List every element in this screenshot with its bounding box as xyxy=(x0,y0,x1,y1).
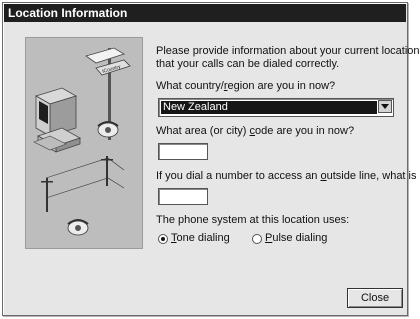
tone-dialing-radio[interactable] xyxy=(158,234,168,244)
pulse-rest: ulse dialing xyxy=(272,232,328,244)
location-information-dialog: Location Information ICountry Please pro… xyxy=(2,2,420,316)
pulse-dialing-label[interactable]: Pulse dialing xyxy=(265,232,327,245)
area-code-field[interactable] xyxy=(158,143,208,160)
outside-line-label: If you dial a number to access an outsid… xyxy=(156,170,420,183)
tone-rest: one dialing xyxy=(176,232,230,244)
outside-line-field[interactable] xyxy=(158,188,208,205)
country-label-post: egion are you in now? xyxy=(227,80,336,92)
country-label: What country/region are you in now? xyxy=(156,80,335,93)
pulse-dialing-radio[interactable] xyxy=(252,234,262,244)
outside-label-pre: If you dial a number to access an xyxy=(156,170,321,182)
tone-dialing-label[interactable]: Tone dialing xyxy=(171,232,230,245)
intro-text-line1: Please provide information about your cu… xyxy=(156,45,420,57)
country-select-value: New Zealand xyxy=(161,101,377,114)
title-bar: Location Information xyxy=(4,4,406,22)
dropdown-button[interactable] xyxy=(378,100,392,113)
phone-system-label: The phone system at this location uses: xyxy=(156,214,350,226)
telephone-pole-icon xyxy=(41,156,113,212)
computer-icon xyxy=(33,87,81,153)
area-label-pre: What area (or city) xyxy=(156,125,250,137)
close-button[interactable]: Close xyxy=(347,288,403,308)
telephone-icon xyxy=(97,121,119,138)
window-title: Location Information xyxy=(8,6,128,20)
area-code-label: What area (or city) code are you in now? xyxy=(156,125,354,138)
location-illustration: ICountry xyxy=(25,37,143,249)
illustration-drawing: ICountry xyxy=(33,47,131,236)
telephone-icon xyxy=(67,219,89,236)
intro-text-line2: that your calls can be dialed correctly. xyxy=(156,58,340,70)
country-select[interactable]: New Zealand xyxy=(158,98,394,117)
area-label-post: ode are you in now? xyxy=(255,125,355,137)
chevron-down-icon xyxy=(381,104,389,109)
outside-label-post: utside line, what is it? xyxy=(326,170,420,182)
country-label-pre: What country/ xyxy=(156,80,224,92)
